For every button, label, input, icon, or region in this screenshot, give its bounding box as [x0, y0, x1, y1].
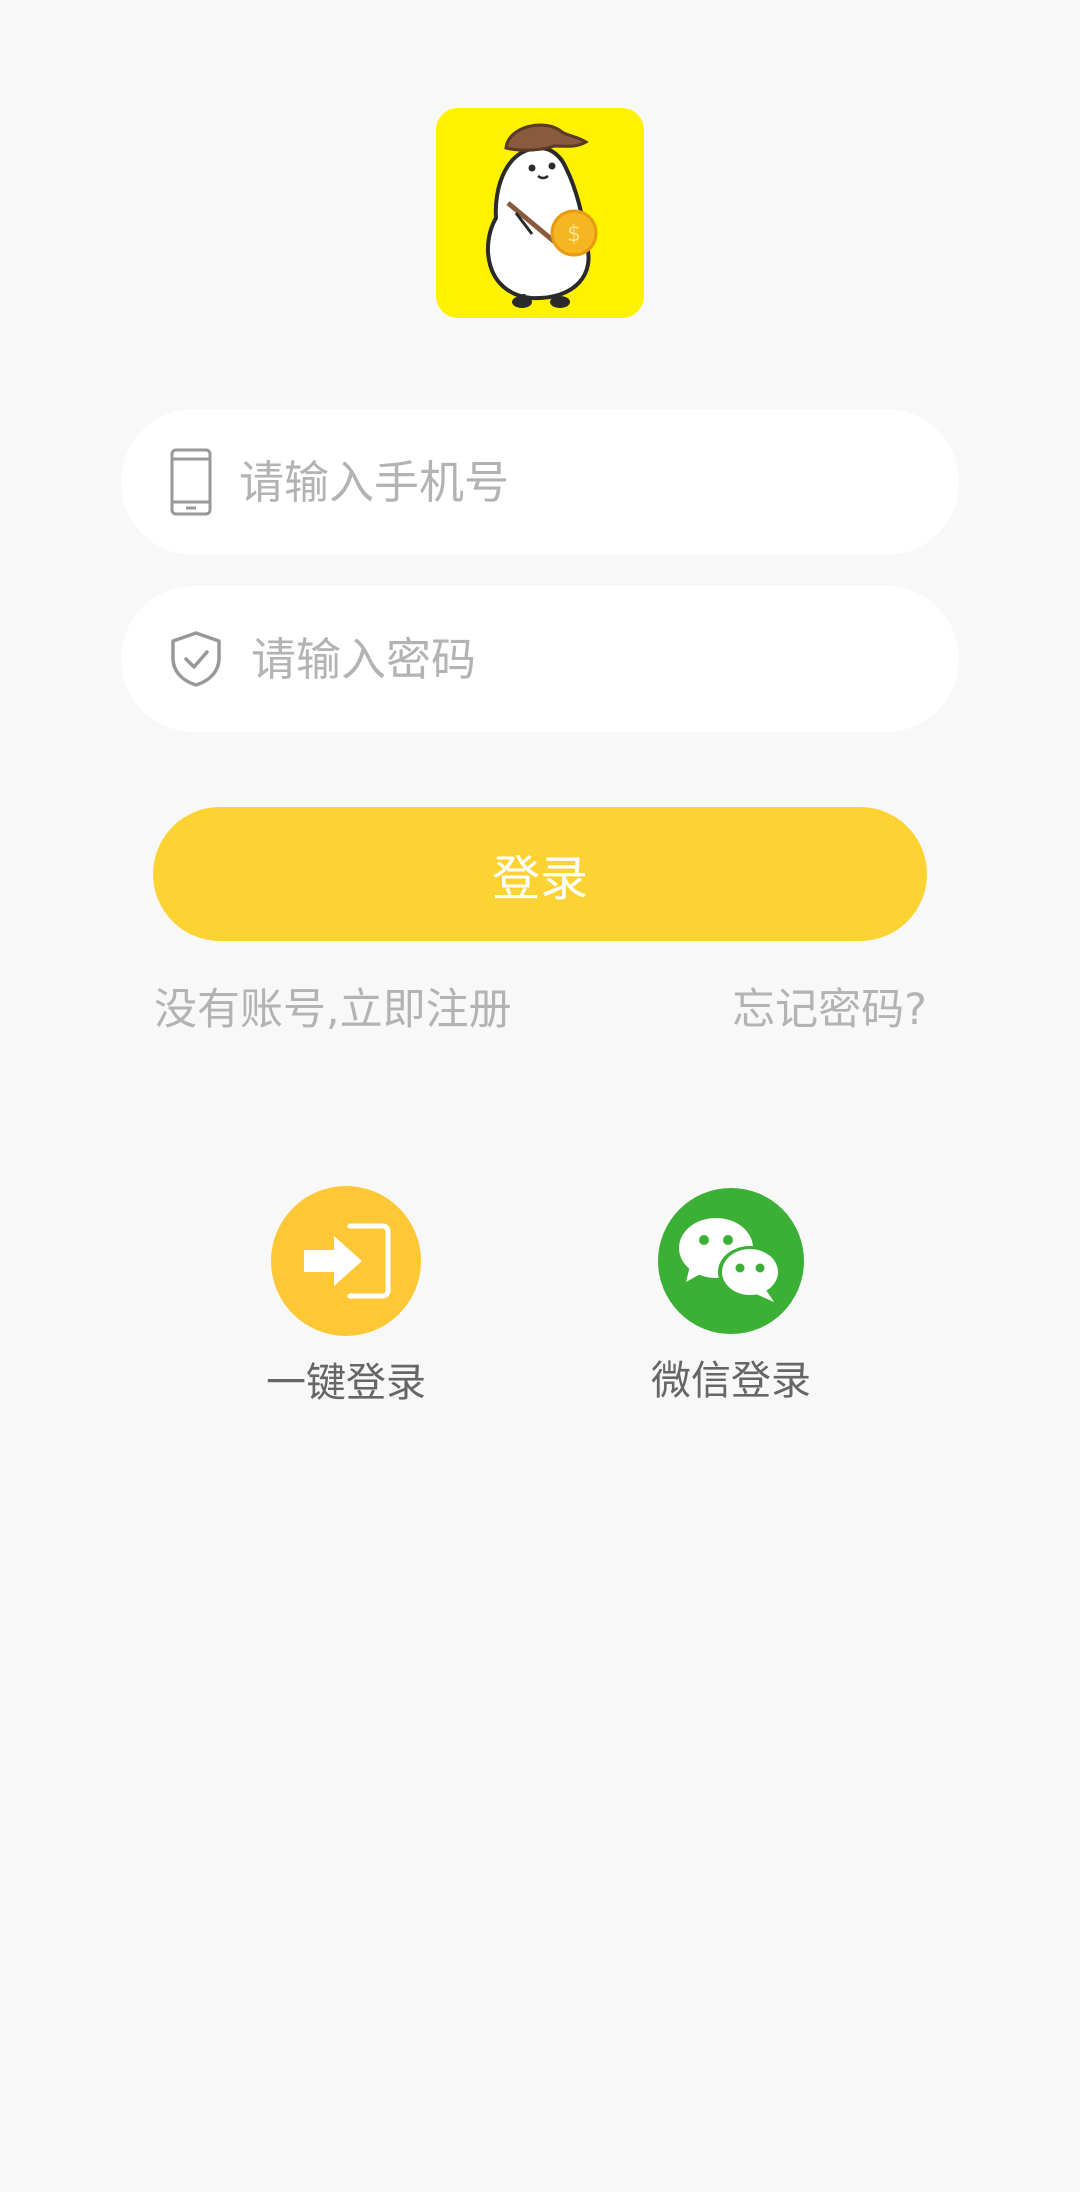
password-input[interactable]: [251, 586, 891, 732]
phone-input[interactable]: [239, 409, 879, 555]
shield-check-icon: [165, 586, 227, 732]
mascot-logo-icon: $: [485, 123, 598, 308]
svg-text:$: $: [567, 222, 581, 247]
sign-in-arrow-icon: [304, 1223, 391, 1299]
phone-icon: [165, 409, 217, 555]
register-link[interactable]: 没有账号,立即注册: [154, 975, 512, 1037]
quick-login-label: 一键登录: [266, 1360, 426, 1406]
wechat-login-label: 微信登录: [651, 1358, 811, 1404]
wechat-login-circle[interactable]: [658, 1188, 804, 1334]
wechat-icon: [679, 1218, 782, 1302]
quick-login-circle[interactable]: [271, 1186, 421, 1336]
quick-login-button[interactable]: 一键登录: [236, 1186, 456, 1408]
password-field[interactable]: [121, 586, 959, 732]
app-logo: $: [436, 108, 644, 318]
wechat-login-button[interactable]: 微信登录: [621, 1186, 841, 1406]
forgot-password-link[interactable]: 忘记密码?: [732, 975, 927, 1037]
login-button[interactable]: 登录: [153, 807, 927, 941]
phone-field[interactable]: [121, 409, 959, 555]
login-page: $ 登录 没有账号,立即注册 忘记密码?: [0, 0, 1080, 2192]
